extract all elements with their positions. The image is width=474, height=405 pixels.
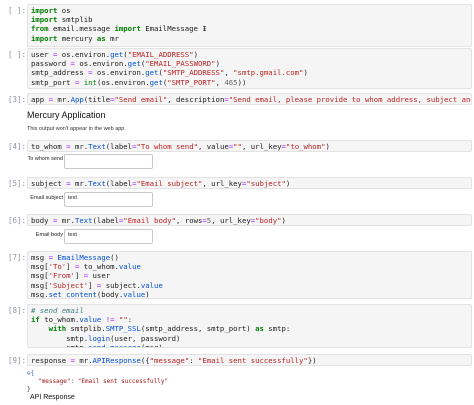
cell-prompt: [ ]: [7, 50, 26, 59]
subject-label: Email subject [30, 195, 63, 201]
code-cell-imports[interactable]: import os import smtplib from email.mess… [27, 4, 472, 47]
cell-prompt: [7]: [7, 253, 26, 262]
json-key: "message" [38, 378, 71, 385]
collapse-icon[interactable]: ⊖{ [27, 370, 34, 377]
code-cell-send[interactable]: # send email if to_whom.value != "": wit… [27, 304, 472, 348]
code-cell-api-response[interactable]: response = mr.APIResponse({"message": "E… [27, 354, 472, 366]
to-whom-input[interactable] [64, 154, 153, 169]
cell-prompt: [5]: [7, 179, 26, 188]
app-heading: Mercury Application [27, 110, 106, 120]
app-note: This output won't appear in the web app. [27, 126, 126, 132]
subject-input[interactable]: text [64, 192, 153, 207]
code-cell-body[interactable]: body = mr.Text(label="Email body", rows=… [27, 214, 472, 226]
json-collapse-toggle[interactable]: ⊖{ [27, 370, 34, 378]
code-cell-subject[interactable]: subject = mr.Text(label="Email subject",… [27, 177, 472, 189]
cell-prompt: [4]: [7, 142, 26, 151]
code-cell-message[interactable]: msg = EmailMessage() msg['To'] = to_whom… [27, 251, 472, 299]
body-label: Email body [35, 232, 63, 238]
code-cell-env[interactable]: user = os.environ.get("EMAIL_ADDRESS") p… [27, 48, 472, 89]
cell-prompt: [ ]: [7, 6, 26, 15]
body-input[interactable]: text [64, 229, 153, 244]
cell-prompt: [9]: [7, 356, 26, 365]
json-value: "Email sent successfully" [77, 378, 169, 385]
code-cell-app[interactable]: app = mr.App(title="Send email", descrip… [27, 93, 472, 105]
to-whom-label: To whom send [27, 156, 63, 162]
json-entry: "message": "Email sent successfully" [38, 378, 169, 385]
code-cell-to-whom[interactable]: to_whom = mr.Text(label="To whom send", … [27, 140, 472, 152]
json-close-brace: } [27, 386, 31, 393]
cell-prompt: [8]: [7, 306, 26, 315]
api-response-label: API Response [30, 394, 75, 401]
cell-prompt: [6]: [7, 216, 26, 225]
cell-prompt: [3]: [7, 95, 26, 104]
